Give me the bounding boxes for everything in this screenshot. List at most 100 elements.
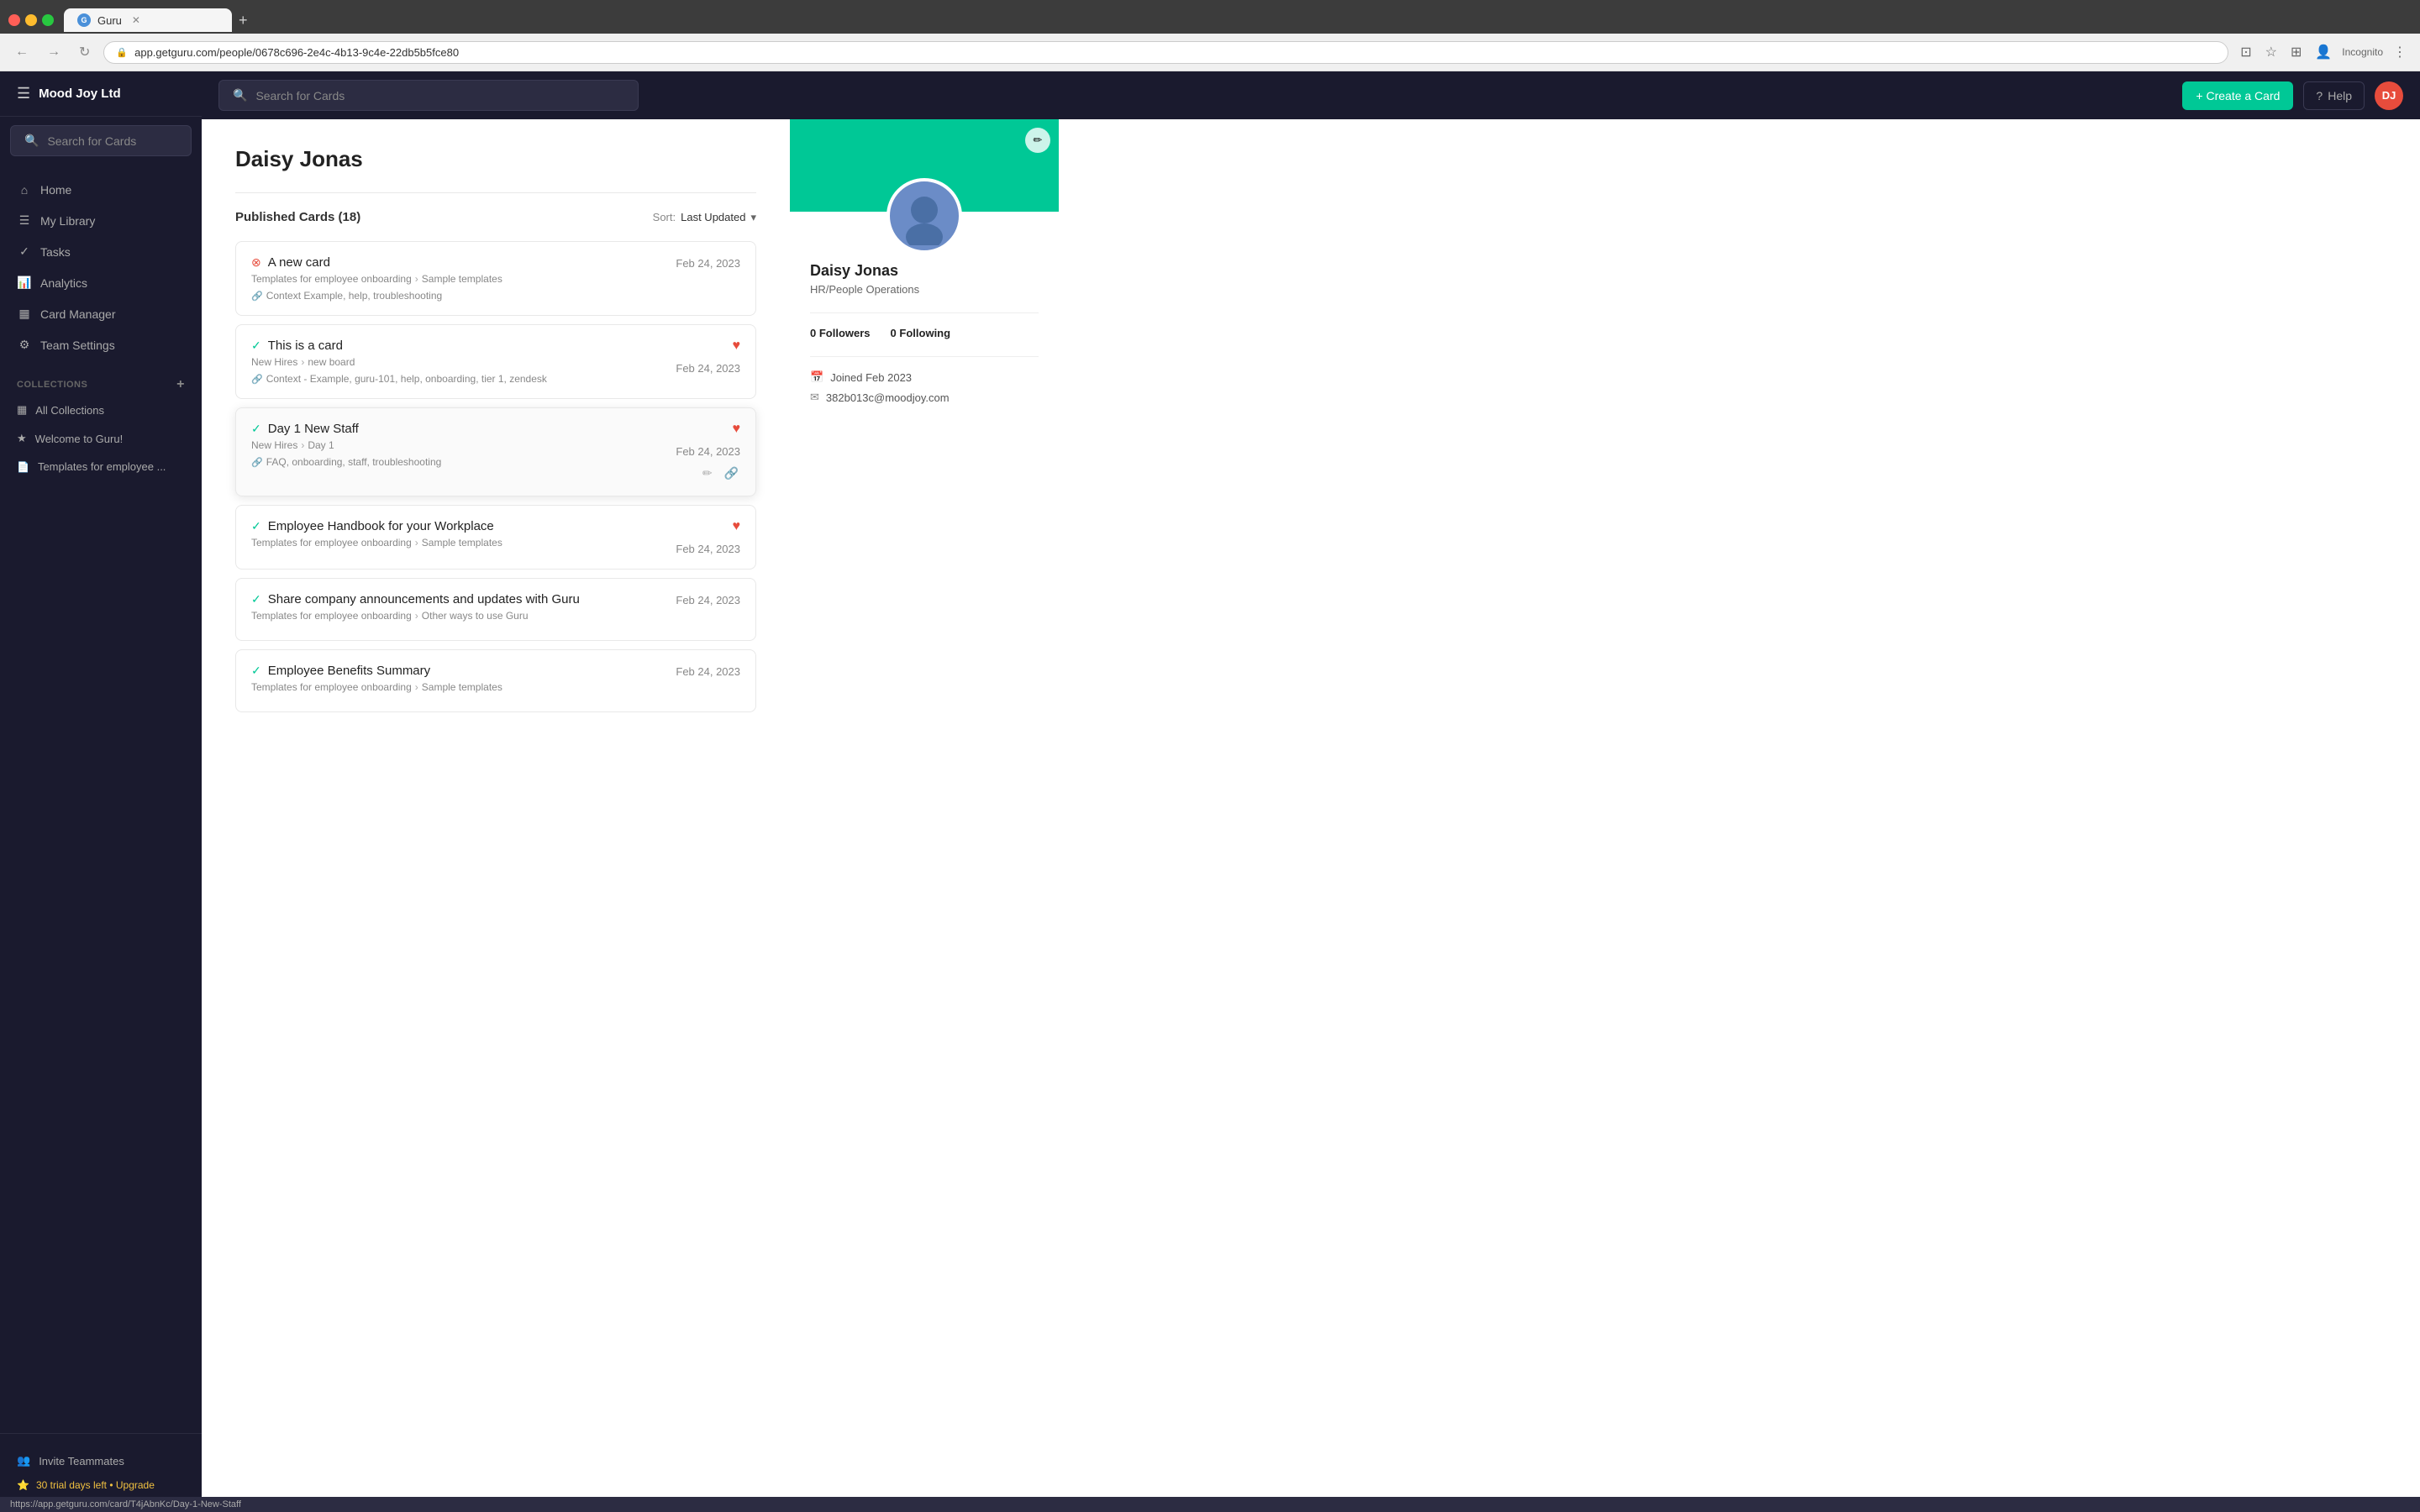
profile-name-heading: Daisy Jonas [235,146,756,172]
analytics-icon: 📊 [17,276,32,290]
table-row[interactable]: ✓ Employee Benefits Summary Templates fo… [235,649,756,712]
table-row[interactable]: ✓ Share company announcements and update… [235,578,756,641]
close-window-button[interactable] [8,14,20,26]
add-collection-button[interactable]: + [176,377,185,392]
card-top-row: ✓ This is a card New Hires › new board 🔗 [251,339,740,385]
tab-favicon: G [77,13,91,27]
extensions-icon[interactable]: ⊞ [2287,40,2305,64]
sidebar-item-analytics[interactable]: 📊 Analytics [0,267,202,298]
collection-label: Welcome to Guru! [35,433,124,445]
card-title: Share company announcements and updates … [268,592,580,606]
invite-teammates-button[interactable]: 👥 Invite Teammates [17,1447,185,1474]
sidebar-header: ☰ Mood Joy Ltd [0,71,202,117]
table-row[interactable]: ✓ This is a card New Hires › new board 🔗 [235,324,756,399]
card-title: Employee Benefits Summary [268,664,430,678]
ok-status-icon: ✓ [251,339,261,353]
browser-toolbar: ← → ↻ 🔒 app.getguru.com/people/0678c696-… [0,34,2420,71]
sidebar-item-label: Tasks [40,245,71,259]
avatar-svg [895,186,954,245]
main-search-bar[interactable]: 🔍 Search for Cards [218,80,639,111]
sort-control[interactable]: Sort: Last Updated ▾ [653,211,756,224]
edit-profile-button[interactable]: ✏ [1025,128,1050,153]
table-row[interactable]: ✓ Employee Handbook for your Workplace T… [235,505,756,570]
user-avatar[interactable]: DJ [2375,81,2403,110]
breadcrumb-part1: Templates for employee onboarding [251,681,412,693]
sidebar-item-card-manager[interactable]: ▦ Card Manager [0,298,202,329]
profile-main: Daisy Jonas Published Cards (18) Sort: L… [202,119,790,1509]
copy-link-button[interactable]: 🔗 [723,465,740,482]
following-count: 0 [891,327,897,339]
sidebar-item-team-settings[interactable]: ⚙ Team Settings [0,329,202,360]
content-wrapper: Daisy Jonas Published Cards (18) Sort: L… [202,119,2420,1509]
search-bar[interactable]: 🔍 Search for Cards [10,125,192,156]
email-text: 382b013c@moodjoy.com [826,391,950,404]
like-button[interactable]: ♥ [733,519,741,534]
card-main-info: ✓ This is a card New Hires › new board 🔗 [251,339,547,385]
back-button[interactable]: ← [10,41,34,63]
minimize-window-button[interactable] [25,14,37,26]
card-date: Feb 24, 2023 [676,592,740,606]
breadcrumb-part2: Sample templates [422,681,502,693]
help-button[interactable]: ? Help [2303,81,2365,110]
email-icon: ✉ [810,391,819,404]
url-bar[interactable]: 🔒 app.getguru.com/people/0678c696-2e4c-4… [103,41,2228,64]
tasks-icon: ✓ [17,244,32,259]
reload-button[interactable]: ↻ [74,40,95,64]
sidebar-item-welcome-to-guru[interactable]: ★ Welcome to Guru! [0,424,202,453]
collections-label: Collections [17,380,87,390]
card-breadcrumb: New Hires › Day 1 [251,439,441,451]
card-date: Feb 24, 2023 [676,360,740,375]
sidebar-item-my-library[interactable]: ☰ My Library [0,205,202,236]
tab-close-button[interactable]: ✕ [132,14,140,26]
invite-label: Invite Teammates [39,1455,124,1467]
card-breadcrumb: Templates for employee onboarding › Othe… [251,610,580,622]
welcome-icon: ★ [17,432,27,445]
profile-banner: ✏ [790,119,1059,212]
cast-icon[interactable]: ⊡ [2237,40,2254,64]
search-icon: 🔍 [24,134,39,148]
maximize-window-button[interactable] [42,14,54,26]
card-title: A new card [268,255,330,270]
like-button[interactable]: ♥ [733,339,741,354]
card-date: Feb 24, 2023 [676,444,740,458]
table-row[interactable]: ⊗ A new card Templates for employee onbo… [235,241,756,316]
card-tags: 🔗 Context Example, help, troubleshooting [251,290,502,302]
card-main-info: ✓ Day 1 New Staff New Hires › Day 1 🔗 [251,422,441,468]
trial-upgrade-button[interactable]: ⭐ 30 trial days left • Upgrade [17,1474,185,1496]
edit-card-button[interactable]: ✏ [701,465,714,482]
hamburger-icon[interactable]: ☰ [17,85,30,102]
like-button[interactable]: ♥ [733,422,741,437]
menu-icon[interactable]: ⋮ [2390,40,2410,64]
card-tags: 🔗 FAQ, onboarding, staff, troubleshootin… [251,456,441,468]
url-text: app.getguru.com/people/0678c696-2e4c-4b1… [134,46,459,59]
card-top-row: ✓ Day 1 New Staff New Hires › Day 1 🔗 [251,422,740,482]
table-row[interactable]: ✓ Day 1 New Staff New Hires › Day 1 🔗 [235,407,756,496]
sidebar-item-home[interactable]: ⌂ Home [0,175,202,205]
collection-label: All Collections [35,404,104,417]
sidebar-item-all-collections[interactable]: ▦ All Collections [0,396,202,424]
tags-text: Context Example, help, troubleshooting [266,290,442,302]
app-name: Mood Joy Ltd [39,87,121,101]
breadcrumb-arrow: › [415,610,418,622]
profile-avatar [886,178,962,254]
card-right: ♥ Feb 24, 2023 [659,519,740,555]
search-placeholder-text: Search for Cards [255,89,345,102]
sidebar-item-templates[interactable]: 📄 Templates for employee ... [0,453,202,480]
profile-meta-divider [810,356,1039,357]
breadcrumb-part2: Sample templates [422,273,502,285]
profile-icon[interactable]: 👤 [2312,40,2335,64]
email-item: ✉ 382b013c@moodjoy.com [810,391,1039,404]
sidebar-item-tasks[interactable]: ✓ Tasks [0,236,202,267]
card-breadcrumb: Templates for employee onboarding › Samp… [251,681,502,693]
forward-button[interactable]: → [42,41,66,63]
card-right: ♥ Feb 24, 2023 ✏ 🔗 [659,422,740,482]
sidebar-item-label: My Library [40,214,95,228]
breadcrumb-arrow: › [415,537,418,549]
create-card-button[interactable]: + Create a Card [2182,81,2293,110]
new-tab-button[interactable]: + [239,12,248,29]
card-top-row: ✓ Employee Benefits Summary Templates fo… [251,664,740,698]
profile-sidebar: ✏ Daisy Jonas HR/People Operations 0 Fol… [790,119,1059,1509]
followers-label: Followers [819,327,871,339]
browser-tab[interactable]: G Guru ✕ [64,8,232,32]
bookmark-icon[interactable]: ☆ [2262,40,2281,64]
